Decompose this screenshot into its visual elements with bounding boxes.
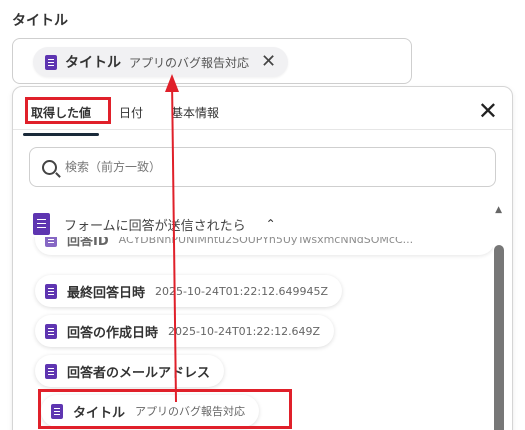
- search-icon: [42, 159, 57, 175]
- list-item-last-response-time[interactable]: 最終回答日時 2025-10-24T01:22:12.649945Z: [35, 275, 343, 307]
- value-picker-panel: 取得した値 日付 基本情報 ✕ フォームに回答が送信されたら ⌃ ▲ 回答ID …: [12, 86, 513, 430]
- item-value: 2025-10-24T01:22:12.649Z: [168, 324, 321, 338]
- item-title: タイトル: [73, 405, 126, 421]
- value-list: 回答ID ACYDBNhPUNiMntu2SOUPYn5UyTwsxmcNNdS…: [13, 237, 493, 430]
- item-title: 回答者のメールアドレス: [67, 365, 211, 381]
- item-title: 回答ID: [67, 237, 109, 249]
- section-header[interactable]: フォームに回答が送信されたら ⌃: [33, 213, 276, 235]
- remove-token-icon[interactable]: ✕: [261, 53, 276, 71]
- chevron-up-icon[interactable]: ⌃: [266, 217, 276, 231]
- token-value: アプリのバグ報告対応: [129, 55, 250, 70]
- search-box[interactable]: [29, 147, 496, 187]
- close-icon[interactable]: ✕: [478, 99, 498, 123]
- picker-tabs: 取得した値 日付 基本情報: [22, 99, 223, 136]
- form-document-icon: [45, 323, 57, 339]
- token-title: タイトル: [65, 55, 121, 71]
- list-item-response-id[interactable]: 回答ID ACYDBNhPUNiMntu2SOUPYn5UyTwsxmcNNdS…: [35, 237, 493, 255]
- form-document-icon: [33, 213, 50, 235]
- scrollbar-thumb[interactable]: [494, 245, 504, 430]
- list-item-respondent-email[interactable]: 回答者のメールアドレス: [35, 355, 225, 387]
- field-label: タイトル: [12, 13, 68, 29]
- item-value: 2025-10-24T01:22:12.649945Z: [155, 284, 329, 298]
- tab-basic-info[interactable]: 基本情報: [167, 99, 223, 126]
- tab-acquired-values[interactable]: 取得した値: [22, 99, 100, 136]
- scroll-up-icon[interactable]: ▲: [495, 205, 502, 215]
- tab-divider: [13, 129, 512, 130]
- list-item-title[interactable]: タイトル アプリのバグ報告対応: [41, 395, 260, 427]
- item-value: ACYDBNhPUNiMntu2SOUPYn5UyTwsxmcNNdSOMcC.…: [118, 237, 414, 246]
- section-title: フォームに回答が送信されたら: [64, 218, 246, 234]
- list-item-response-created-time[interactable]: 回答の作成日時 2025-10-24T01:22:12.649Z: [35, 315, 335, 347]
- form-document-icon: [45, 283, 57, 299]
- item-value: アプリのバグ報告対応: [135, 405, 246, 418]
- title-field[interactable]: タイトル アプリのバグ報告対応 ✕: [12, 38, 412, 84]
- form-document-icon: [51, 403, 63, 419]
- item-title: 最終回答日時: [67, 285, 146, 301]
- item-title: 回答の作成日時: [67, 325, 159, 341]
- title-token[interactable]: タイトル アプリのバグ報告対応 ✕: [33, 47, 289, 77]
- form-document-icon: [45, 237, 57, 247]
- form-document-icon: [45, 363, 57, 379]
- form-document-icon: [45, 54, 57, 70]
- search-input[interactable]: [65, 160, 445, 174]
- tab-date[interactable]: 日付: [115, 99, 147, 126]
